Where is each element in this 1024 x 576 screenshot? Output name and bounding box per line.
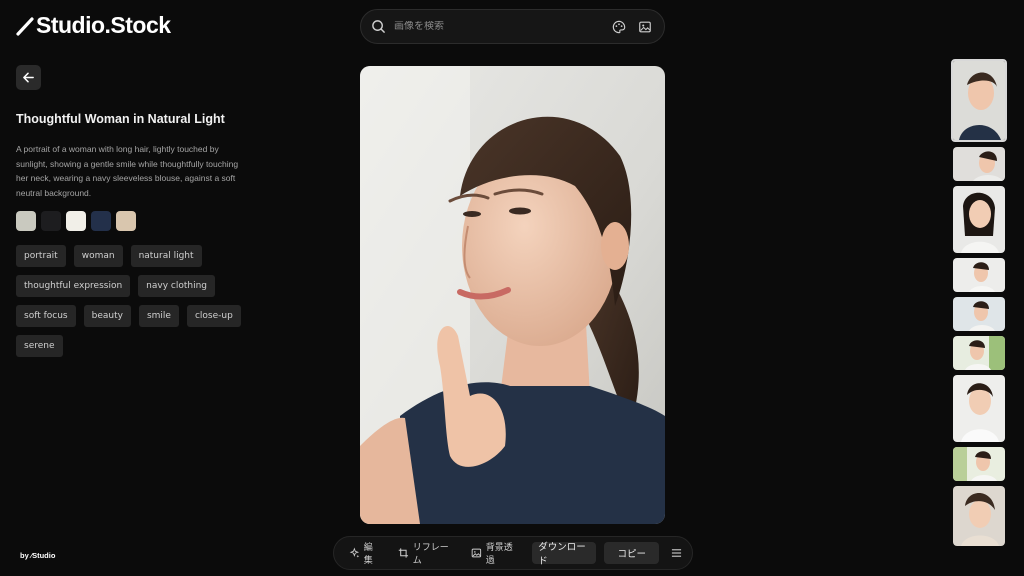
palette-icon[interactable] bbox=[610, 18, 628, 36]
copy-button[interactable]: コピー bbox=[603, 542, 660, 564]
image-remove-bg-icon bbox=[471, 548, 482, 558]
tag-chip[interactable]: navy clothing bbox=[138, 275, 216, 297]
thumbnail-image[interactable] bbox=[953, 447, 1005, 481]
tag-list: portrait woman natural light thoughtful … bbox=[16, 245, 248, 357]
crop-icon bbox=[398, 548, 408, 558]
thumbnail-image[interactable] bbox=[953, 186, 1005, 253]
main-image[interactable] bbox=[360, 66, 665, 524]
app-logo[interactable]: Studio.Stock bbox=[16, 12, 171, 39]
thumbnail-image[interactable] bbox=[951, 59, 1007, 142]
thumbnail-image[interactable] bbox=[953, 147, 1005, 181]
color-swatch[interactable] bbox=[91, 211, 111, 231]
download-button[interactable]: ダウンロード bbox=[532, 542, 596, 567]
tag-chip[interactable]: woman bbox=[73, 245, 123, 267]
remove-background-label: 背景透過 bbox=[485, 543, 513, 566]
menu-icon bbox=[672, 549, 682, 557]
thumbnail-strip[interactable] bbox=[951, 59, 1007, 553]
color-palette bbox=[16, 211, 136, 231]
tag-chip[interactable]: portrait bbox=[16, 245, 66, 267]
back-button[interactable] bbox=[16, 65, 41, 90]
color-swatch[interactable] bbox=[66, 211, 86, 231]
tag-chip[interactable]: beauty bbox=[83, 305, 131, 327]
thumbnail-image[interactable] bbox=[953, 375, 1005, 442]
tag-chip[interactable]: smile bbox=[138, 305, 179, 327]
app-root: Studio.Stock Thoughtful Woman in Natural… bbox=[0, 0, 1024, 576]
menu-button[interactable] bbox=[669, 545, 684, 561]
remove-background-button[interactable]: 背景透過 bbox=[467, 542, 522, 566]
tag-chip[interactable]: soft focus bbox=[16, 305, 76, 327]
reframe-button[interactable]: リフレーム bbox=[394, 542, 457, 566]
sparkle-icon bbox=[349, 547, 360, 558]
thumbnail-image[interactable] bbox=[953, 258, 1005, 292]
portrait-photo bbox=[360, 66, 665, 524]
by-studio-badge[interactable]: by ⁄Studio bbox=[16, 549, 60, 562]
color-swatch[interactable] bbox=[41, 211, 61, 231]
color-swatch[interactable] bbox=[116, 211, 136, 231]
search-icon bbox=[371, 19, 386, 34]
reframe-label: リフレーム bbox=[412, 543, 449, 566]
logo-text: Studio.Stock bbox=[36, 12, 171, 38]
thumbnail-image[interactable] bbox=[953, 297, 1005, 331]
search-input[interactable] bbox=[394, 21, 602, 32]
image-toolbar: 編集 リフレーム 背景透過 ダウンロード コピー bbox=[333, 536, 693, 570]
thumbnail-image[interactable] bbox=[953, 486, 1005, 546]
image-description: A portrait of a woman with long hair, li… bbox=[16, 144, 239, 198]
image-title: Thoughtful Woman in Natural Light bbox=[16, 112, 225, 126]
tag-chip[interactable]: thoughtful expression bbox=[16, 275, 131, 297]
tag-chip[interactable]: serene bbox=[16, 335, 63, 357]
tag-chip[interactable]: close-up bbox=[186, 305, 241, 327]
arrow-left-icon bbox=[23, 72, 34, 83]
tag-chip[interactable]: natural light bbox=[130, 245, 202, 267]
edit-label: 編集 bbox=[363, 543, 373, 566]
thumbnail-image[interactable] bbox=[953, 336, 1005, 370]
search-bar[interactable] bbox=[360, 9, 665, 44]
logo-slash-icon bbox=[16, 16, 34, 36]
image-icon[interactable] bbox=[636, 18, 654, 36]
color-swatch[interactable] bbox=[16, 211, 36, 231]
edit-button[interactable]: 編集 bbox=[345, 542, 384, 566]
